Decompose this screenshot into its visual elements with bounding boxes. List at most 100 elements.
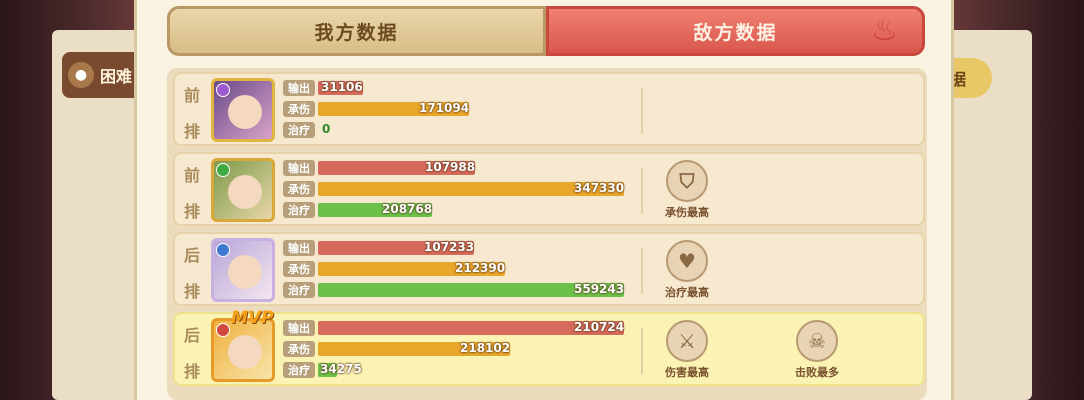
stat-tank: 承伤 347330 — [283, 181, 628, 197]
award-badge: ⛉ 承伤最高 — [657, 160, 717, 226]
tab-my-data-label: 我方数据 — [314, 21, 399, 44]
stat-tank-track: 212390 — [318, 261, 628, 276]
stat-heal-track: 0 — [318, 122, 628, 137]
stat-tank-value: 218102 — [460, 341, 511, 355]
position-char: 前 — [183, 166, 200, 185]
stat-output-value: 107988 — [425, 160, 476, 174]
skull-icon: ☠ — [796, 320, 838, 362]
row-divider — [641, 168, 643, 214]
stat-heal-value: 208768 — [382, 202, 433, 216]
stat-heal: 治疗 208768 — [283, 202, 628, 218]
hero-stats-list: 前排输出 31106 承伤 171094 治疗 0 前排输出 107988 承伤 347330 治疗… — [167, 68, 927, 400]
stat-output-value: 107233 — [424, 240, 475, 254]
award-badge: ⚔ 伤害最高 — [657, 320, 717, 386]
position-char: 排 — [183, 362, 200, 381]
row-position-label: 后排 — [181, 242, 203, 302]
flame-icon: ♨ — [871, 13, 900, 48]
element-badge-icon — [216, 163, 230, 177]
sword-icon: ⚔ — [666, 320, 708, 362]
award-label: 击败最多 — [795, 366, 839, 379]
stat-output-value: 31106 — [321, 80, 363, 94]
row-divider — [641, 328, 643, 374]
stat-output-track: 210724 — [318, 320, 628, 335]
stat-heal-label: 治疗 — [283, 122, 315, 138]
stat-output-label: 输出 — [283, 240, 315, 256]
position-char: 后 — [183, 246, 200, 265]
award-badge: ☠ 击败最多 — [787, 320, 847, 386]
stat-tank: 承伤 212390 — [283, 261, 628, 277]
tab-enemy-data-label: 敌方数据 — [693, 21, 778, 44]
hero-portrait — [228, 175, 262, 209]
stat-heal-track: 34275 — [318, 362, 628, 377]
stat-tank-label: 承伤 — [283, 341, 315, 357]
hero-avatar[interactable] — [211, 158, 275, 222]
stat-tank-value: 347330 — [574, 181, 625, 195]
stat-tank-label: 承伤 — [283, 261, 315, 277]
award-badge: ♥ 治疗最高 — [657, 240, 717, 306]
hero-row[interactable]: 后排 输出 107233 承伤 212390 治疗 559243 ♥ 治疗最高 — [173, 232, 925, 306]
position-char: 排 — [183, 122, 200, 141]
stat-output: 输出 107233 — [283, 240, 628, 256]
stat-heal-label: 治疗 — [283, 282, 315, 298]
tab-enemy-data[interactable]: 敌方数据 ♨ — [546, 6, 925, 56]
battle-stats-panel: 我方数据 敌方数据 ♨ 前排输出 31106 承伤 171094 治疗 0 前排输出 1079… — [134, 0, 954, 400]
row-position-label: 前排 — [181, 82, 203, 142]
heart-plus-icon: ♥ — [666, 240, 708, 282]
data-tabs: 我方数据 敌方数据 ♨ — [167, 6, 925, 56]
award-label: 承伤最高 — [665, 206, 709, 219]
stat-heal: 治疗 0 — [283, 122, 628, 138]
stat-tank-label: 承伤 — [283, 101, 315, 117]
stat-tank-value: 171094 — [419, 101, 470, 115]
stat-output-label: 输出 — [283, 320, 315, 336]
stat-output: 输出 210724 — [283, 320, 628, 336]
stat-heal-value: 559243 — [574, 282, 625, 296]
row-divider — [641, 88, 643, 134]
element-badge-icon — [216, 243, 230, 257]
stat-heal-value: 34275 — [320, 362, 362, 376]
position-char: 排 — [183, 282, 200, 301]
stat-heal-label: 治疗 — [283, 202, 315, 218]
stat-output-label: 输出 — [283, 80, 315, 96]
side-tab-label: 困难 — [100, 67, 133, 86]
stat-output-track: 107233 — [318, 240, 628, 255]
position-char: 后 — [183, 326, 200, 345]
element-badge-icon — [216, 83, 230, 97]
position-char: 排 — [183, 202, 200, 221]
stat-output: 输出 31106 — [283, 80, 628, 96]
stat-tank-track: 218102 — [318, 341, 628, 356]
stat-output: 输出 107988 — [283, 160, 628, 176]
stat-heal-value: 0 — [322, 122, 331, 136]
stat-heal: 治疗 559243 — [283, 282, 628, 298]
stat-heal-label: 治疗 — [283, 362, 315, 378]
stat-heal-track: 559243 — [318, 282, 628, 297]
stat-tank-label: 承伤 — [283, 181, 315, 197]
stat-tank: 承伤 171094 — [283, 101, 628, 117]
hero-avatar[interactable] — [211, 238, 275, 302]
stat-output-track: 31106 — [318, 80, 628, 95]
tab-my-data[interactable]: 我方数据 — [167, 6, 546, 56]
map-pin-icon: ● — [68, 62, 94, 88]
stat-output-track: 107988 — [318, 160, 628, 175]
hero-portrait — [228, 95, 262, 129]
stat-heal: 治疗 34275 — [283, 362, 628, 378]
hero-row[interactable]: 前排 输出 31106 承伤 171094 治疗 0 — [173, 72, 925, 146]
row-position-label: 后排 — [181, 322, 203, 382]
row-position-label: 前排 — [181, 162, 203, 222]
hero-row[interactable]: 前排 输出 107988 承伤 347330 治疗 208768 ⛉ 承伤最高 — [173, 152, 925, 226]
position-char: 前 — [183, 86, 200, 105]
stat-tank-track: 347330 — [318, 181, 628, 196]
hero-avatar[interactable] — [211, 78, 275, 142]
hero-portrait — [228, 335, 262, 369]
stat-heal-track: 208768 — [318, 202, 628, 217]
row-divider — [641, 248, 643, 294]
side-tab-difficulty[interactable]: ● 困难 — [62, 52, 142, 98]
stat-output-value: 210724 — [574, 320, 625, 334]
hero-portrait — [228, 255, 262, 289]
mvp-badge: MVP — [231, 308, 274, 328]
stat-tank-track: 171094 — [318, 101, 628, 116]
stat-tank: 承伤 218102 — [283, 341, 628, 357]
hero-row[interactable]: 后排 MVP 输出 210724 承伤 218102 治疗 34275 ⚔ 伤害最高 ☠ 击败最多 — [173, 308, 925, 386]
shield-icon: ⛉ — [666, 160, 708, 202]
stat-output-label: 输出 — [283, 160, 315, 176]
element-badge-icon — [216, 323, 230, 337]
